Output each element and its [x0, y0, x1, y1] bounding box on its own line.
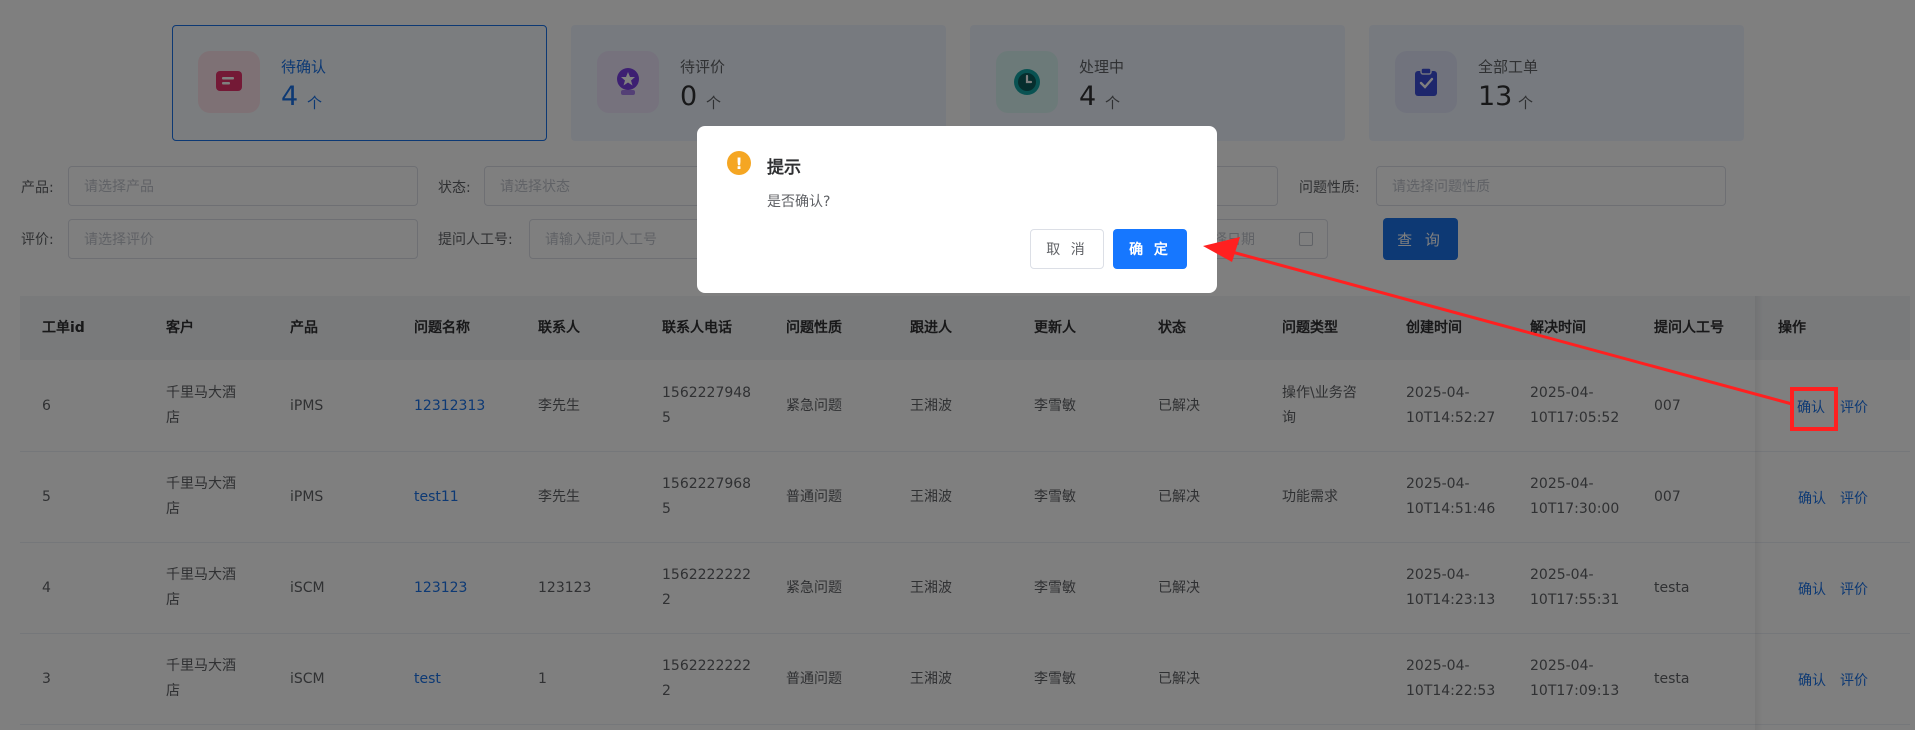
- confirm-dialog: ! 提示 是否确认? 取 消 确 定: [697, 126, 1217, 293]
- ok-button[interactable]: 确 定: [1113, 229, 1187, 269]
- annotation-highlight-box: [1790, 387, 1838, 431]
- warning-icon: !: [727, 151, 751, 175]
- modal-overlay[interactable]: [0, 0, 1915, 730]
- dialog-title: 提示: [767, 158, 801, 178]
- dialog-message: 是否确认?: [767, 194, 831, 210]
- cancel-button[interactable]: 取 消: [1030, 229, 1104, 269]
